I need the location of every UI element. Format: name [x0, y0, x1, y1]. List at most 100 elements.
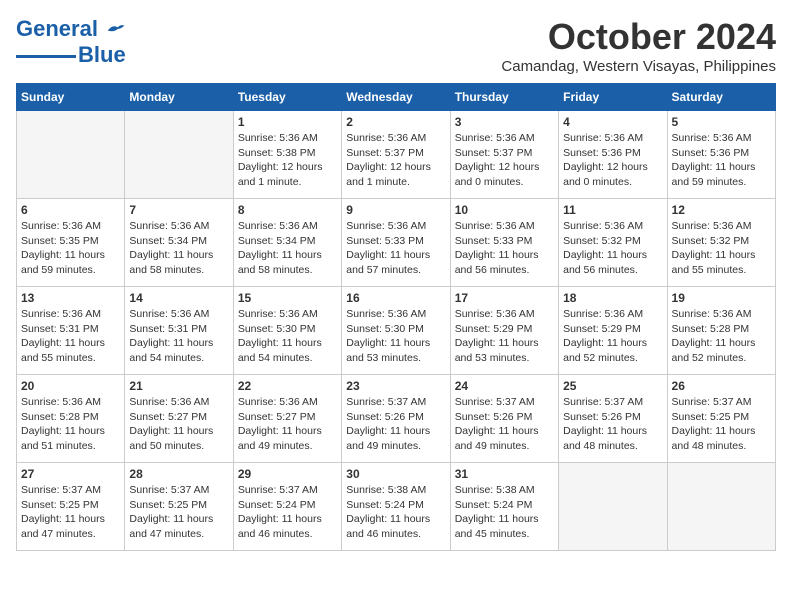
calendar-cell: 13Sunrise: 5:36 AM Sunset: 5:31 PM Dayli…	[17, 287, 125, 375]
day-number: 23	[346, 379, 445, 393]
day-info: Sunrise: 5:36 AM Sunset: 5:34 PM Dayligh…	[238, 219, 337, 278]
day-number: 6	[21, 203, 120, 217]
day-info: Sunrise: 5:36 AM Sunset: 5:32 PM Dayligh…	[563, 219, 662, 278]
calendar-cell: 8 Sunrise: 5:36 AM Sunset: 5:34 PM Daylig…	[233, 199, 341, 287]
day-info: Sunrise: 5:36 AM Sunset: 5:33 PM Dayligh…	[455, 219, 554, 278]
calendar-cell	[17, 111, 125, 199]
calendar-cell: 3 Sunrise: 5:36 AM Sunset: 5:37 PM Daylig…	[450, 111, 558, 199]
day-info: Sunrise: 5:36 AM Sunset: 5:35 PM Dayligh…	[21, 219, 120, 278]
logo-general: General	[16, 16, 98, 41]
calendar-header-friday: Friday	[559, 84, 667, 111]
day-info: Sunrise: 5:36 AM Sunset: 5:27 PM Dayligh…	[238, 395, 337, 454]
calendar-cell: 18 Sunrise: 5:36 AM Sunset: 5:29 PM Dayli…	[559, 287, 667, 375]
day-info: Sunrise: 5:36 AM Sunset: 5:29 PM Dayligh…	[563, 307, 662, 366]
day-info: Sunrise: 5:36 AM Sunset: 5:36 PM Dayligh…	[563, 131, 662, 190]
day-number: 21	[129, 379, 228, 393]
day-number: 3	[455, 115, 554, 129]
day-info: Sunrise: 5:38 AM Sunset: 5:24 PM Dayligh…	[346, 483, 445, 542]
calendar-cell	[559, 463, 667, 551]
day-number: 14	[129, 291, 228, 305]
calendar-week-5: 27Sunrise: 5:37 AM Sunset: 5:25 PM Dayli…	[17, 463, 776, 551]
calendar-cell: 20 Sunrise: 5:36 AM Sunset: 5:28 PM Dayli…	[17, 375, 125, 463]
day-info: Sunrise: 5:36 AM Sunset: 5:30 PM Dayligh…	[238, 307, 337, 366]
day-number: 7	[129, 203, 228, 217]
day-number: 17	[455, 291, 554, 305]
day-info: Sunrise: 5:37 AM Sunset: 5:25 PM Dayligh…	[672, 395, 771, 454]
day-number: 5	[672, 115, 771, 129]
day-info: Sunrise: 5:36 AM Sunset: 5:28 PM Dayligh…	[21, 395, 120, 454]
calendar-cell: 31 Sunrise: 5:38 AM Sunset: 5:24 PM Dayli…	[450, 463, 558, 551]
day-number: 20	[21, 379, 120, 393]
calendar-week-1: 1 Sunrise: 5:36 AM Sunset: 5:38 PM Daylig…	[17, 111, 776, 199]
calendar-cell: 22 Sunrise: 5:36 AM Sunset: 5:27 PM Dayli…	[233, 375, 341, 463]
day-number: 31	[455, 467, 554, 481]
logo-divider	[16, 55, 76, 58]
day-number: 24	[455, 379, 554, 393]
calendar-cell	[125, 111, 233, 199]
calendar-cell: 28Sunrise: 5:37 AM Sunset: 5:25 PM Dayli…	[125, 463, 233, 551]
calendar-cell: 27Sunrise: 5:37 AM Sunset: 5:25 PM Dayli…	[17, 463, 125, 551]
calendar-header-wednesday: Wednesday	[342, 84, 450, 111]
calendar-cell	[667, 463, 775, 551]
calendar-cell: 23 Sunrise: 5:37 AM Sunset: 5:26 PM Dayli…	[342, 375, 450, 463]
day-number: 22	[238, 379, 337, 393]
calendar-week-3: 13Sunrise: 5:36 AM Sunset: 5:31 PM Dayli…	[17, 287, 776, 375]
calendar-cell: 29Sunrise: 5:37 AM Sunset: 5:24 PM Dayli…	[233, 463, 341, 551]
day-info: Sunrise: 5:36 AM Sunset: 5:38 PM Dayligh…	[238, 131, 337, 190]
calendar-cell: 16Sunrise: 5:36 AM Sunset: 5:30 PM Dayli…	[342, 287, 450, 375]
day-number: 11	[563, 203, 662, 217]
logo-text: General	[16, 16, 126, 42]
calendar-header-saturday: Saturday	[667, 84, 775, 111]
day-info: Sunrise: 5:37 AM Sunset: 5:25 PM Dayligh…	[129, 483, 228, 542]
calendar-cell: 9Sunrise: 5:36 AM Sunset: 5:33 PM Daylig…	[342, 199, 450, 287]
day-number: 10	[455, 203, 554, 217]
day-info: Sunrise: 5:37 AM Sunset: 5:26 PM Dayligh…	[455, 395, 554, 454]
day-number: 2	[346, 115, 445, 129]
title-section: October 2024 Camandag, Western Visayas, …	[501, 16, 776, 75]
day-number: 1	[238, 115, 337, 129]
calendar-cell: 26 Sunrise: 5:37 AM Sunset: 5:25 PM Dayli…	[667, 375, 775, 463]
day-info: Sunrise: 5:38 AM Sunset: 5:24 PM Dayligh…	[455, 483, 554, 542]
day-number: 9	[346, 203, 445, 217]
calendar-cell: 1 Sunrise: 5:36 AM Sunset: 5:38 PM Daylig…	[233, 111, 341, 199]
calendar-cell: 17 Sunrise: 5:36 AM Sunset: 5:29 PM Dayli…	[450, 287, 558, 375]
logo-bird-icon	[106, 22, 126, 36]
calendar-table: SundayMondayTuesdayWednesdayThursdayFrid…	[16, 83, 776, 551]
day-info: Sunrise: 5:36 AM Sunset: 5:36 PM Dayligh…	[672, 131, 771, 190]
day-info: Sunrise: 5:37 AM Sunset: 5:25 PM Dayligh…	[21, 483, 120, 542]
day-info: Sunrise: 5:37 AM Sunset: 5:26 PM Dayligh…	[563, 395, 662, 454]
month-title: October 2024	[501, 16, 776, 58]
calendar-cell: 11 Sunrise: 5:36 AM Sunset: 5:32 PM Dayli…	[559, 199, 667, 287]
calendar-week-2: 6 Sunrise: 5:36 AM Sunset: 5:35 PM Daylig…	[17, 199, 776, 287]
day-info: Sunrise: 5:36 AM Sunset: 5:34 PM Dayligh…	[129, 219, 228, 278]
day-number: 26	[672, 379, 771, 393]
day-info: Sunrise: 5:36 AM Sunset: 5:37 PM Dayligh…	[346, 131, 445, 190]
calendar-cell: 19 Sunrise: 5:36 AM Sunset: 5:28 PM Dayli…	[667, 287, 775, 375]
calendar-cell: 15Sunrise: 5:36 AM Sunset: 5:30 PM Dayli…	[233, 287, 341, 375]
day-number: 29	[238, 467, 337, 481]
calendar-cell: 14 Sunrise: 5:36 AM Sunset: 5:31 PM Dayli…	[125, 287, 233, 375]
day-number: 4	[563, 115, 662, 129]
calendar-cell: 2 Sunrise: 5:36 AM Sunset: 5:37 PM Daylig…	[342, 111, 450, 199]
day-info: Sunrise: 5:36 AM Sunset: 5:37 PM Dayligh…	[455, 131, 554, 190]
logo: General Blue	[16, 16, 126, 68]
calendar-header-thursday: Thursday	[450, 84, 558, 111]
calendar-cell: 12 Sunrise: 5:36 AM Sunset: 5:32 PM Dayli…	[667, 199, 775, 287]
calendar-cell: 24 Sunrise: 5:37 AM Sunset: 5:26 PM Dayli…	[450, 375, 558, 463]
day-info: Sunrise: 5:37 AM Sunset: 5:26 PM Dayligh…	[346, 395, 445, 454]
day-number: 19	[672, 291, 771, 305]
day-info: Sunrise: 5:36 AM Sunset: 5:31 PM Dayligh…	[129, 307, 228, 366]
day-info: Sunrise: 5:36 AM Sunset: 5:28 PM Dayligh…	[672, 307, 771, 366]
day-number: 12	[672, 203, 771, 217]
day-info: Sunrise: 5:36 AM Sunset: 5:27 PM Dayligh…	[129, 395, 228, 454]
calendar-cell: 10 Sunrise: 5:36 AM Sunset: 5:33 PM Dayli…	[450, 199, 558, 287]
calendar-header-row: SundayMondayTuesdayWednesdayThursdayFrid…	[17, 84, 776, 111]
day-info: Sunrise: 5:36 AM Sunset: 5:32 PM Dayligh…	[672, 219, 771, 278]
day-number: 8	[238, 203, 337, 217]
day-number: 18	[563, 291, 662, 305]
day-info: Sunrise: 5:36 AM Sunset: 5:30 PM Dayligh…	[346, 307, 445, 366]
calendar-week-4: 20 Sunrise: 5:36 AM Sunset: 5:28 PM Dayli…	[17, 375, 776, 463]
calendar-cell: 25Sunrise: 5:37 AM Sunset: 5:26 PM Dayli…	[559, 375, 667, 463]
day-info: Sunrise: 5:36 AM Sunset: 5:29 PM Dayligh…	[455, 307, 554, 366]
calendar-header-sunday: Sunday	[17, 84, 125, 111]
